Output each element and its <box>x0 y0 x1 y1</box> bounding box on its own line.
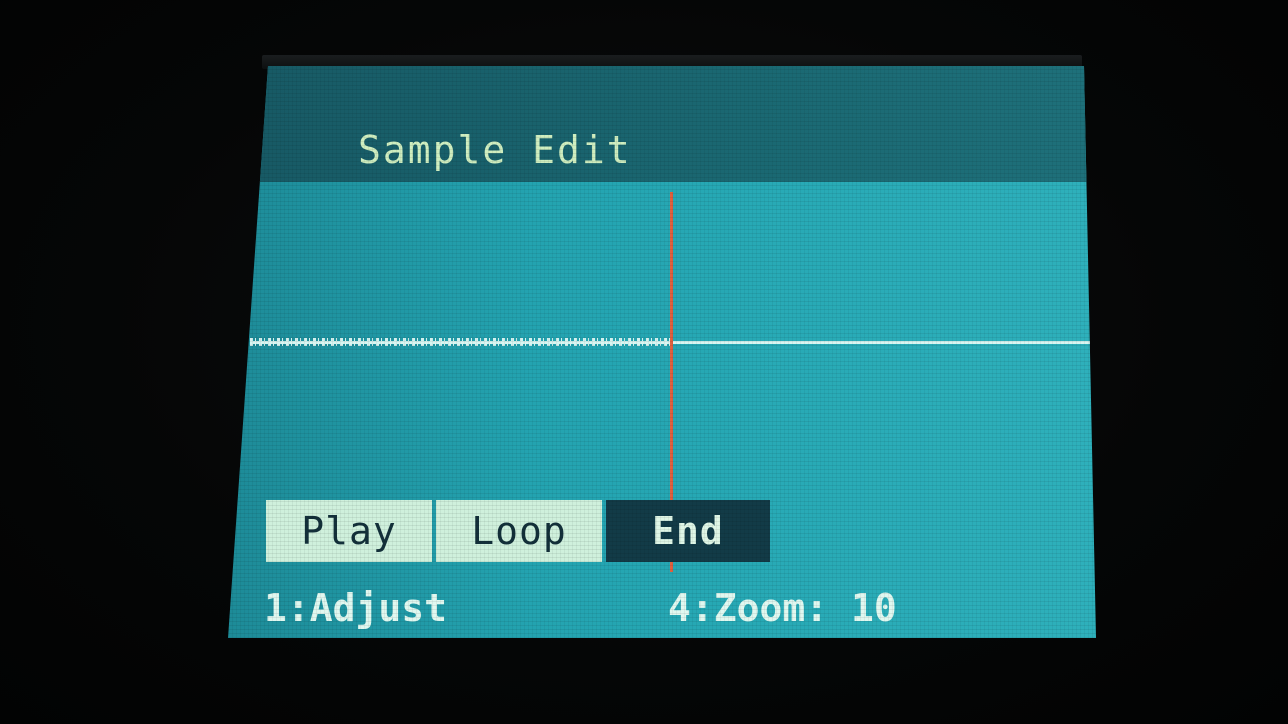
tab-play[interactable]: Play <box>266 500 432 562</box>
device-body: Sample Edit Play Loop End 1:Adjust 4:Zoo… <box>0 0 1288 724</box>
page-title: Sample Edit <box>358 128 632 172</box>
knob-4-zoom-hint: 4:Zoom: 10 <box>668 586 897 630</box>
tab-end[interactable]: End <box>606 500 770 562</box>
waveform-baseline <box>250 341 1096 344</box>
tab-loop[interactable]: Loop <box>436 500 602 562</box>
title-bar: Sample Edit <box>228 66 1096 182</box>
knob-hint-bar: 1:Adjust 4:Zoom: 10 <box>264 586 1084 630</box>
knob-1-adjust-hint: 1:Adjust <box>264 586 448 630</box>
mode-tabs: Play Loop End <box>266 500 774 562</box>
lcd-screen: Sample Edit Play Loop End 1:Adjust 4:Zoo… <box>228 66 1096 638</box>
